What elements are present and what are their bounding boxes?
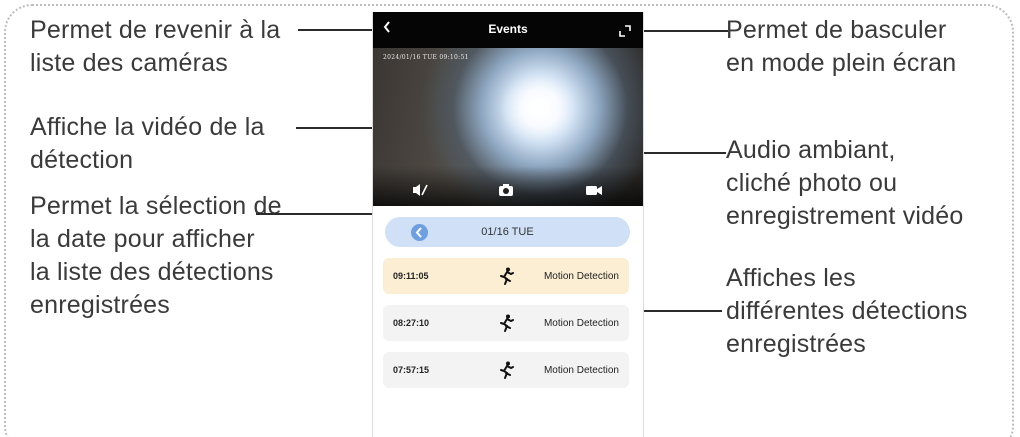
annotation-back-line2: liste des caméras bbox=[30, 49, 228, 77]
event-label: Motion Detection bbox=[543, 365, 619, 376]
light-glare bbox=[493, 68, 583, 148]
snapshot-button[interactable] bbox=[497, 182, 517, 198]
mute-audio-button[interactable] bbox=[411, 182, 431, 198]
event-label: Motion Detection bbox=[543, 318, 619, 329]
event-row[interactable]: 08:27:10 Motion Detection bbox=[383, 305, 629, 341]
annotation-video: Affiche la vidéo de la détection bbox=[30, 111, 265, 177]
video-timestamp: 2024/01/16 TUE 09:10:51 bbox=[383, 54, 469, 61]
annotation-date-line1: Permet la sélection de bbox=[30, 192, 282, 220]
annotation-controls-line3: enregistrement vidéo bbox=[726, 202, 964, 230]
annotation-events-line1: Affiches les bbox=[726, 264, 856, 292]
leader-line-fullscreen bbox=[630, 30, 728, 32]
snapshot-icon bbox=[499, 184, 513, 196]
annotation-video-line1: Affiche la vidéo de la bbox=[30, 113, 265, 141]
annotation-back: Permet de revenir à la liste des caméras bbox=[30, 14, 280, 80]
phone-screen: Events 2024/01/16 TUE 09:10:51 01/16 TUE… bbox=[372, 12, 644, 437]
record-video-icon bbox=[586, 186, 602, 195]
annotation-events-line2: différentes détections bbox=[726, 297, 968, 325]
annotation-fullscreen: Permet de basculer en mode plein écran bbox=[726, 14, 956, 80]
annotation-controls: Audio ambiant, cliché photo ou enregistr… bbox=[726, 134, 963, 233]
annotation-controls-line1: Audio ambiant, bbox=[726, 136, 896, 164]
annotation-controls-line2: cliché photo ou bbox=[726, 169, 898, 197]
event-time: 09:11:05 bbox=[393, 271, 429, 281]
selected-date: 01/16 TUE bbox=[481, 226, 534, 238]
date-selector[interactable]: 01/16 TUE bbox=[385, 217, 630, 247]
running-person-icon bbox=[500, 314, 514, 332]
annotation-date-line3: la liste des détections bbox=[30, 258, 274, 286]
event-row[interactable]: 09:11:05 Motion Detection bbox=[383, 258, 629, 294]
event-time: 08:27:10 bbox=[393, 318, 430, 328]
mute-audio-icon bbox=[413, 184, 428, 196]
annotation-fullscreen-line1: Permet de basculer bbox=[726, 16, 947, 44]
page-title: Events bbox=[488, 22, 528, 36]
fullscreen-button[interactable] bbox=[619, 24, 631, 37]
annotation-events: Affiches les différentes détections enre… bbox=[726, 262, 968, 361]
fullscreen-icon bbox=[619, 25, 631, 37]
running-person-icon bbox=[500, 361, 514, 379]
annotation-events-line3: enregistrées bbox=[726, 330, 866, 358]
annotation-date: Permet la sélection de la date pour affi… bbox=[30, 190, 282, 322]
running-person-icon bbox=[500, 267, 514, 285]
event-row[interactable]: 07:57:15 Motion Detection bbox=[383, 352, 629, 388]
video-controls bbox=[373, 166, 643, 206]
event-time: 07:57:15 bbox=[393, 365, 430, 375]
video-player[interactable]: 2024/01/16 TUE 09:10:51 bbox=[373, 48, 643, 206]
record-video-button[interactable] bbox=[585, 182, 605, 198]
annotation-back-line1: Permet de revenir à la bbox=[30, 16, 281, 44]
top-bar: Events bbox=[373, 12, 643, 48]
event-label: Motion Detection bbox=[543, 271, 619, 282]
annotation-date-line4: enregistrées bbox=[30, 291, 170, 319]
annotation-fullscreen-line2: en mode plein écran bbox=[726, 49, 957, 77]
annotation-date-line2: la date pour afficher bbox=[30, 225, 255, 253]
annotation-video-line2: détection bbox=[30, 146, 134, 174]
